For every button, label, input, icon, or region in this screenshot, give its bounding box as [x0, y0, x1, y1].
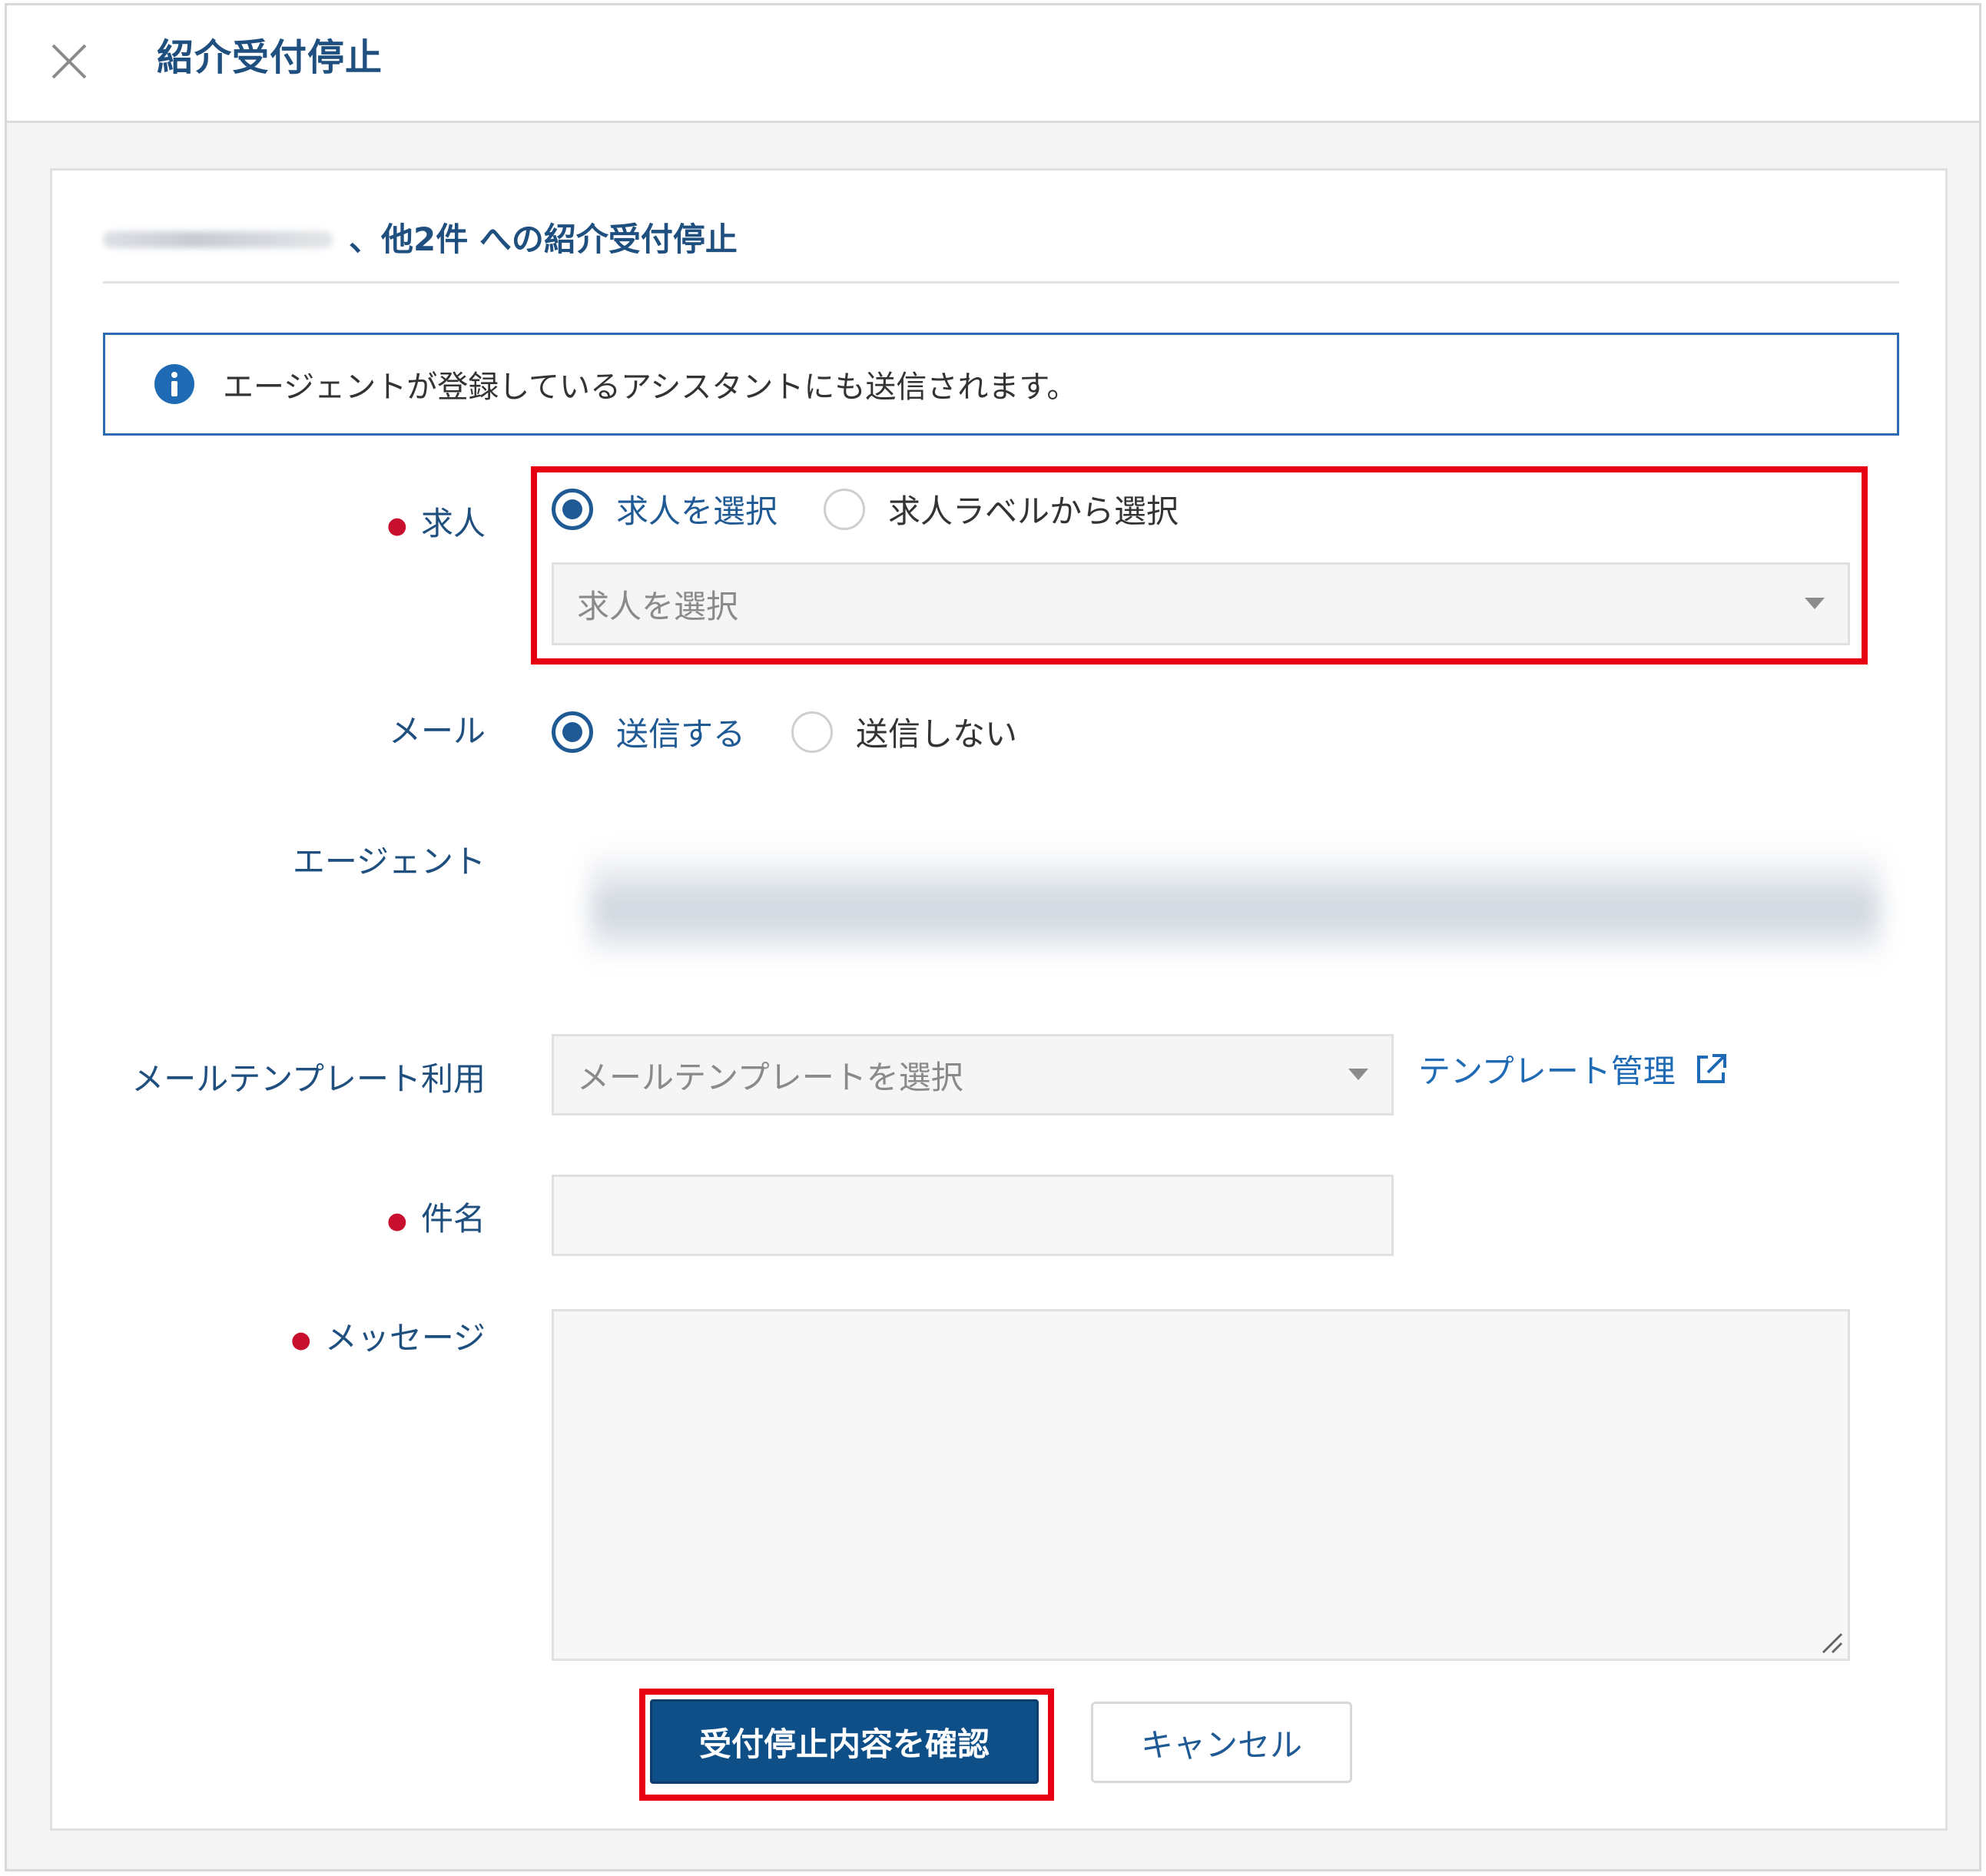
required-marker: ● — [290, 1326, 311, 1354]
template-select-placeholder: メールテンプレートを選択 — [577, 1058, 963, 1096]
info-text: エージェントが登録しているアシスタントにも送信されます。 — [223, 370, 1078, 405]
mail-radio-send[interactable]: 送信する — [552, 708, 745, 755]
subject-input[interactable] — [552, 1175, 1394, 1256]
radio-label: 送信する — [616, 715, 746, 753]
panel-subtitle: 、他2件 への紹介受付停止 — [349, 220, 738, 258]
agent-label: エージェント — [292, 843, 486, 880]
resize-handle-icon[interactable] — [1820, 1631, 1843, 1654]
redacted-company-name — [103, 231, 333, 248]
radio-label: 求人ラベルから選択 — [888, 492, 1179, 530]
required-marker: ● — [386, 512, 407, 539]
job-select[interactable]: 求人を選択 — [552, 562, 1850, 645]
job-label: ● 求人 — [386, 505, 486, 542]
form-panel: 、他2件 への紹介受付停止 エージェントが登録しているアシスタントにも送信されま… — [50, 168, 1948, 1831]
job-radio-select-job[interactable]: 求人を選択 — [552, 486, 777, 532]
template-select[interactable]: メールテンプレートを選択 — [552, 1034, 1394, 1115]
dialog: 紹介受付停止 、他2件 への紹介受付停止 エージェントが登録しているアシスタント… — [5, 3, 1981, 1871]
mail-label: メール — [388, 712, 486, 750]
message-textarea[interactable] — [552, 1309, 1850, 1661]
template-manage-link[interactable]: テンプレート管理 — [1418, 1046, 1728, 1092]
job-radio-group: 求人を選択 求人ラベルから選択 — [552, 486, 1225, 532]
subtitle-row: 、他2件 への紹介受付停止 — [103, 209, 738, 270]
message-label: ● メッセージ — [290, 1319, 486, 1357]
job-radio-select-label[interactable]: 求人ラベルから選択 — [824, 486, 1179, 532]
info-banner: エージェントが登録しているアシスタントにも送信されます。 — [103, 333, 1899, 436]
agent-redacted — [590, 847, 1881, 962]
job-select-placeholder: 求人を選択 — [577, 587, 739, 625]
chevron-down-icon — [1805, 598, 1825, 609]
cancel-button[interactable]: キャンセル — [1091, 1702, 1352, 1783]
mail-radio-no-send[interactable]: 送信しない — [791, 708, 1017, 755]
dialog-header: 紹介受付停止 — [7, 5, 1979, 123]
page-title: 紹介受付停止 — [157, 36, 383, 79]
subject-label: ● 件名 — [386, 1200, 486, 1238]
external-link-icon — [1696, 1053, 1726, 1083]
radio-button[interactable] — [824, 488, 866, 530]
info-icon — [154, 364, 194, 404]
template-manage-link-text: テンプレート管理 — [1418, 1052, 1676, 1090]
confirm-button[interactable]: 受付停止内容を確認 — [650, 1699, 1039, 1784]
divider — [103, 281, 1899, 283]
template-label: メールテンプレート利用 — [131, 1060, 486, 1098]
chevron-down-icon — [1348, 1069, 1368, 1080]
radio-button[interactable] — [791, 711, 834, 753]
radio-button-checked[interactable] — [552, 488, 593, 530]
required-marker: ● — [386, 1207, 407, 1235]
radio-label: 送信しない — [856, 715, 1018, 753]
close-icon[interactable] — [48, 41, 90, 82]
mail-radio-group: 送信する 送信しない — [552, 708, 1063, 755]
radio-button-checked[interactable] — [552, 711, 593, 753]
radio-label: 求人を選択 — [616, 492, 778, 530]
